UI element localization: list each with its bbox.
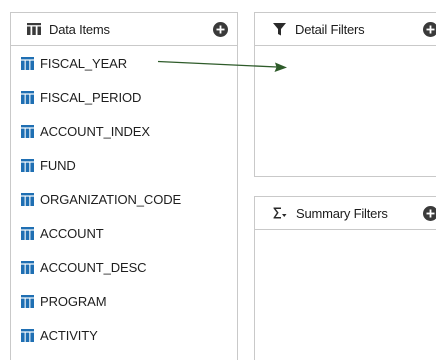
data-items-panel: Data Items FISCAL_YEAR FISCAL_PERIOD ACCOU…: [10, 12, 238, 360]
summary-filters-drop-zone[interactable]: [255, 230, 436, 360]
add-data-item-button[interactable]: [213, 22, 228, 37]
detail-filters-panel: Detail Filters: [254, 12, 436, 177]
plus-icon: [426, 21, 435, 39]
data-item-label: FUND: [40, 157, 76, 173]
data-item[interactable]: ACCOUNT: [11, 216, 237, 250]
column-icon: [21, 124, 34, 138]
data-items-title: Data Items: [49, 21, 110, 37]
data-item-label: FISCAL_YEAR: [40, 55, 128, 71]
sigma-filter-icon: [273, 207, 287, 219]
plus-icon: [426, 205, 435, 223]
data-item[interactable]: PROGRAM: [11, 284, 237, 318]
query-editor: Data Items FISCAL_YEAR FISCAL_PERIOD ACCOU…: [0, 0, 436, 360]
detail-filters-header: Detail Filters: [255, 13, 436, 46]
add-detail-filter-button[interactable]: [423, 22, 436, 37]
column-icon: [21, 226, 34, 240]
plus-icon: [216, 25, 225, 34]
data-item[interactable]: FISCAL_YEAR: [11, 46, 237, 80]
data-item-label: ACCOUNT_DESC: [40, 259, 147, 275]
data-item[interactable]: FISCAL_PERIOD: [11, 80, 237, 114]
data-item-label: ACCOUNT: [40, 225, 104, 241]
data-item[interactable]: ORGANIZATION_CODE: [11, 182, 237, 216]
data-item[interactable]: ACCOUNT_INDEX: [11, 114, 237, 148]
column-icon: [21, 328, 34, 342]
data-item[interactable]: FUND: [11, 148, 237, 182]
summary-filters-header: Summary Filters: [255, 197, 436, 230]
column-icon: [21, 56, 34, 70]
data-items-icon: [27, 23, 41, 35]
data-item-label: ACCOUNT_INDEX: [40, 123, 150, 139]
data-item-label: ORGANIZATION_CODE: [40, 191, 182, 207]
data-item-label: FISCAL_PERIOD: [40, 89, 142, 105]
data-item-label: ACTIVITY: [40, 327, 98, 343]
filter-funnel-icon: [273, 22, 286, 36]
add-summary-filter-button[interactable]: [423, 206, 436, 221]
data-item[interactable]: ACTIVITY: [11, 318, 237, 352]
data-items-list: FISCAL_YEAR FISCAL_PERIOD ACCOUNT_INDEX FUN…: [11, 46, 237, 352]
detail-filters-title: Detail Filters: [295, 21, 365, 37]
data-items-header: Data Items: [11, 13, 237, 46]
summary-filters-title: Summary Filters: [296, 205, 388, 221]
column-icon: [21, 260, 34, 274]
data-item-label: PROGRAM: [40, 293, 107, 309]
column-icon: [21, 90, 34, 104]
summary-filters-panel: Summary Filters: [254, 196, 436, 360]
column-icon: [21, 158, 34, 172]
data-item[interactable]: ACCOUNT_DESC: [11, 250, 237, 284]
detail-filters-drop-zone[interactable]: [255, 46, 436, 176]
column-icon: [21, 294, 34, 308]
column-icon: [21, 192, 34, 206]
